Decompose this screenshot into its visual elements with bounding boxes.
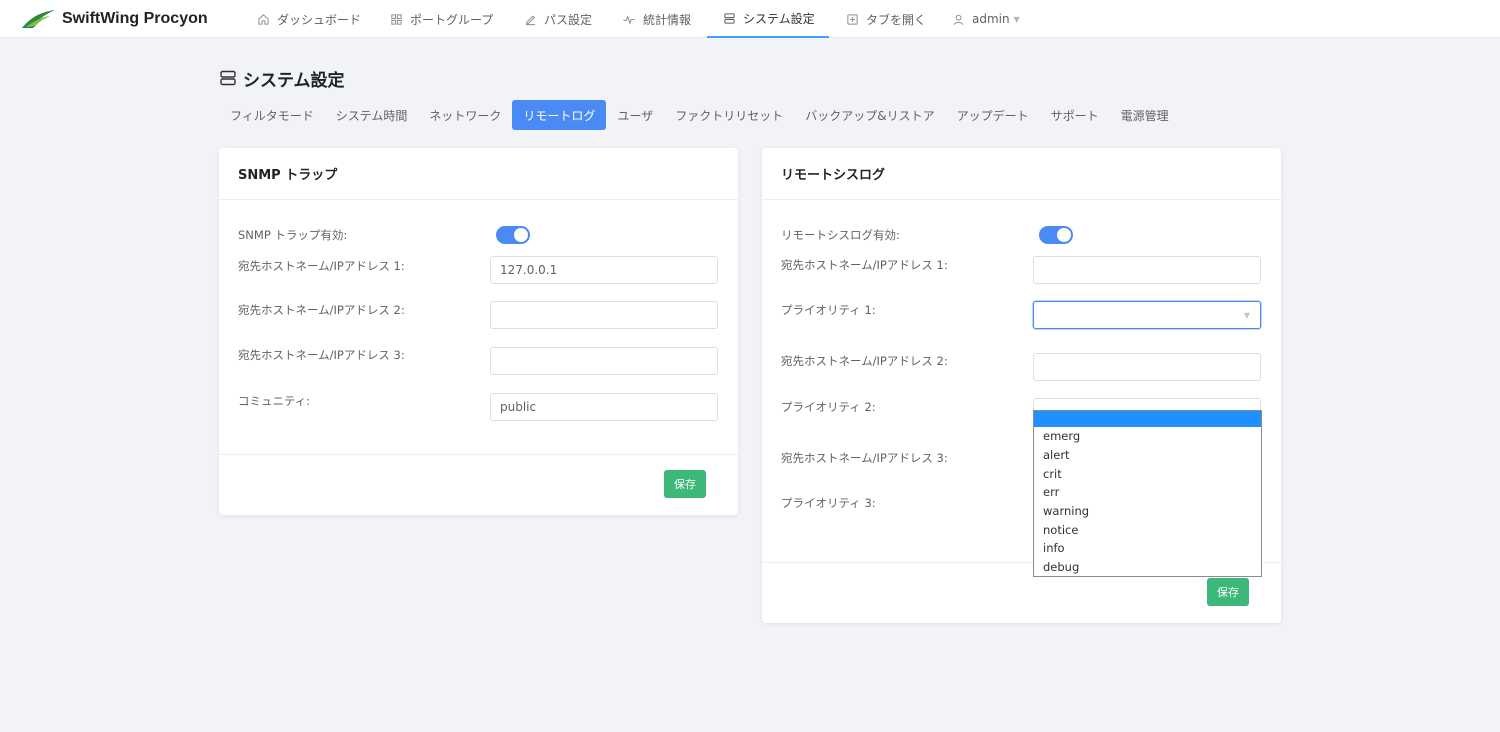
nav-user-menu[interactable]: admin ▼	[951, 0, 1020, 38]
tab-remote-log[interactable]: リモートログ	[512, 100, 607, 130]
snmp-host1-input[interactable]: 127.0.0.1	[490, 256, 718, 284]
nav-system-settings-label: システム設定	[743, 11, 815, 26]
nav-dashboard[interactable]: ダッシュボード	[256, 0, 361, 38]
snmp-community-label: コミュニティ:	[238, 394, 311, 408]
priority-option-debug[interactable]: debug	[1034, 558, 1261, 577]
priority-option-notice[interactable]: notice	[1034, 520, 1261, 539]
brand[interactable]: SwiftWing Procyon	[20, 0, 208, 38]
syslog-priority2-label: プライオリティ 2:	[781, 400, 876, 414]
chevron-down-icon: ▼	[1013, 14, 1020, 24]
snmp-save-button[interactable]: 保存	[664, 470, 706, 498]
syslog-host2-label: 宛先ホストネーム/IPアドレス 2:	[781, 354, 948, 368]
priority-option-emerg[interactable]: emerg	[1034, 427, 1261, 446]
syslog-host1-label: 宛先ホストネーム/IPアドレス 1:	[781, 258, 948, 272]
edit-icon	[523, 12, 537, 26]
snmp-card-title: SNMP トラップ	[219, 148, 738, 200]
nav-open-tab[interactable]: タブを開く	[845, 0, 926, 38]
snmp-host1-label: 宛先ホストネーム/IPアドレス 1:	[238, 259, 405, 273]
tab-factory-reset[interactable]: ファクトリリセット	[664, 100, 794, 130]
nav-open-tab-label: タブを開く	[866, 12, 927, 27]
server-icon	[722, 11, 736, 25]
syslog-priority1-select[interactable]: ▼	[1033, 301, 1261, 329]
snmp-host2-label: 宛先ホストネーム/IPアドレス 2:	[238, 303, 405, 317]
tab-users[interactable]: ユーザ	[606, 100, 664, 130]
tab-system-time[interactable]: システム時間	[325, 100, 419, 130]
syslog-priority1-label: プライオリティ 1:	[781, 303, 876, 317]
nav-statistics-label: 統計情報	[643, 12, 692, 27]
syslog-save-button[interactable]: 保存	[1207, 578, 1249, 606]
snmp-host3-input[interactable]	[490, 347, 718, 375]
nav-user-label: admin	[972, 12, 1010, 26]
settings-subtabs: フィルタモード システム時間 ネットワーク リモートログ ユーザ ファクトリリセ…	[219, 100, 1180, 130]
priority-option-err[interactable]: err	[1034, 483, 1261, 502]
home-icon	[256, 12, 270, 26]
priority-option-warning[interactable]: warning	[1034, 502, 1261, 521]
page-title-text: システム設定	[243, 70, 345, 91]
nav-dashboard-label: ダッシュボード	[277, 12, 362, 27]
nav-path-settings[interactable]: パス設定	[523, 0, 592, 38]
snmp-enabled-label: SNMP トラップ有効:	[238, 228, 348, 242]
nav-system-settings[interactable]: システム設定	[707, 0, 829, 38]
syslog-host2-input[interactable]	[1033, 353, 1261, 381]
pulse-icon	[622, 12, 636, 26]
page-title: システム設定	[219, 66, 345, 91]
priority-dropdown-list: emerg alert crit err warning notice info…	[1033, 410, 1262, 577]
nav-port-group-label: ポートグループ	[410, 12, 494, 27]
tab-power[interactable]: 電源管理	[1110, 100, 1180, 130]
priority-option-info[interactable]: info	[1034, 539, 1261, 558]
nav-port-group[interactable]: ポートグループ	[389, 0, 493, 38]
snmp-enabled-toggle[interactable]	[496, 226, 530, 244]
swiftwing-logo-icon	[21, 10, 55, 28]
chevron-down-icon: ▼	[1243, 311, 1250, 320]
brand-name: SwiftWing Procyon	[62, 10, 208, 27]
grid-icon	[389, 12, 403, 26]
snmp-host3-label: 宛先ホストネーム/IPアドレス 3:	[238, 348, 405, 362]
syslog-host1-input[interactable]	[1033, 256, 1261, 284]
snmp-card-footer	[219, 454, 738, 455]
user-icon	[951, 12, 965, 26]
plus-square-icon	[845, 12, 859, 26]
tab-filter-mode[interactable]: フィルタモード	[219, 100, 325, 130]
tab-support[interactable]: サポート	[1040, 100, 1110, 130]
nav-statistics[interactable]: 統計情報	[622, 0, 691, 38]
nav-path-settings-label: パス設定	[544, 12, 593, 27]
syslog-card-title: リモートシスログ	[762, 148, 1281, 200]
top-navigation-bar: SwiftWing Procyon ダッシュボード ポートグループ パス設定 統…	[0, 0, 1500, 38]
snmp-community-input[interactable]: public	[490, 393, 718, 421]
syslog-host3-label: 宛先ホストネーム/IPアドレス 3:	[781, 451, 948, 465]
priority-option-crit[interactable]: crit	[1034, 464, 1261, 483]
snmp-host2-input[interactable]	[490, 301, 718, 329]
snmp-trap-card: SNMP トラップ SNMP トラップ有効: 宛先ホストネーム/IPアドレス 1…	[219, 148, 738, 515]
priority-option-alert[interactable]: alert	[1034, 446, 1261, 465]
server-icon	[219, 69, 237, 87]
syslog-enabled-toggle[interactable]	[1039, 226, 1073, 244]
syslog-priority3-label: プライオリティ 3:	[781, 496, 876, 510]
toggle-knob	[514, 228, 528, 242]
tab-backup-restore[interactable]: バックアップ&リストア	[794, 100, 945, 130]
tab-update[interactable]: アップデート	[946, 100, 1040, 130]
tab-network[interactable]: ネットワーク	[418, 100, 512, 130]
toggle-knob	[1057, 228, 1071, 242]
priority-option-empty[interactable]	[1034, 411, 1261, 427]
syslog-enabled-label: リモートシスログ有効:	[781, 228, 900, 242]
